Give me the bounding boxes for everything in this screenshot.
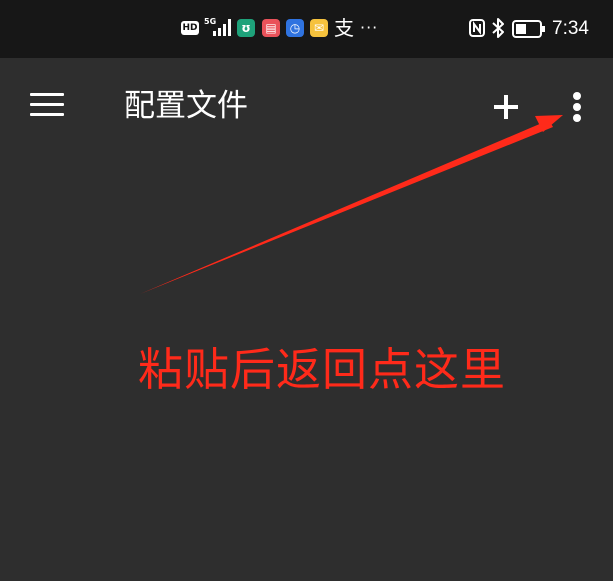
annotation-text: 粘贴后返回点这里 <box>138 343 507 396</box>
screen: HD 5G ʊ ▤ ◷ ✉ 支 ··· 7:34 配置文件 粘贴后返回点这里 <box>0 0 613 581</box>
annotation-arrow-icon <box>140 115 563 294</box>
